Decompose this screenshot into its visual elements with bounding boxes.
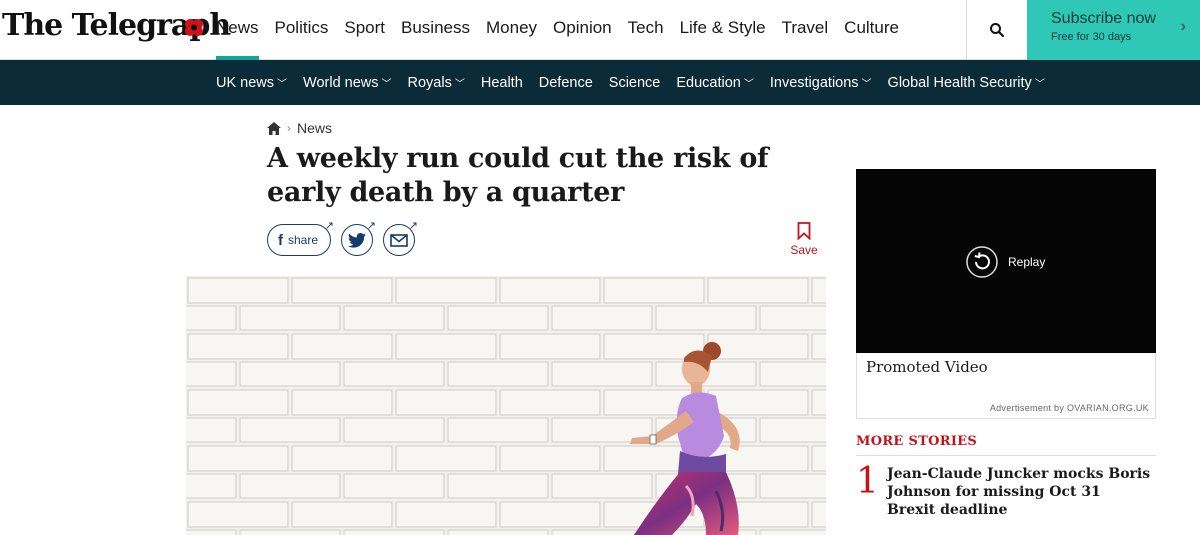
nav-item-business[interactable]: Business: [393, 0, 478, 60]
more-stories-heading: MORE STORIES: [856, 434, 978, 449]
divider: [856, 455, 1156, 456]
chevron-down-icon: ﹀: [1034, 78, 1045, 90]
external-arrow-icon: ↗: [366, 220, 376, 232]
breadcrumb-section-link[interactable]: News: [297, 120, 332, 136]
chevron-down-icon: ﹀: [743, 78, 754, 90]
nav-item-news[interactable]: News: [208, 0, 267, 60]
top-bar: The Telegraph News Politics Sport Busine…: [0, 0, 1200, 60]
nav-item-tech[interactable]: Tech: [620, 0, 672, 60]
main-nav: News Politics Sport Business Money Opini…: [208, 0, 907, 60]
save-label: Save: [790, 243, 818, 257]
email-share-button[interactable]: ↗: [383, 220, 418, 256]
subnav-item-education[interactable]: Education ﹀: [668, 75, 762, 91]
story-number: 1: [856, 461, 879, 502]
home-icon[interactable]: [267, 121, 281, 135]
breadcrumb-separator: ›: [287, 121, 291, 135]
save-button[interactable]: Save: [788, 222, 820, 257]
nav-item-sport[interactable]: Sport: [336, 0, 393, 60]
external-arrow-icon: ↗: [324, 220, 334, 232]
bookmark-icon: [797, 222, 811, 241]
replay-button[interactable]: Replay: [966, 246, 1045, 278]
runner-photo: [186, 276, 826, 535]
twitter-icon: [348, 232, 366, 248]
chevron-down-icon: ﹀: [277, 78, 288, 90]
promoted-video-title: Promoted Video: [866, 358, 988, 376]
nav-item-culture[interactable]: Culture: [836, 0, 907, 60]
replay-icon: [966, 246, 998, 278]
poppy-icon: [185, 19, 203, 36]
search-button[interactable]: [966, 0, 1027, 60]
chevron-right-icon: ›: [1180, 18, 1186, 35]
chevron-down-icon: ﹀: [454, 78, 465, 90]
advertisement-credit[interactable]: Advertisement by OVARIAN.ORG.UK: [990, 403, 1149, 413]
subscribe-button[interactable]: Subscribe now Free for 30 days ›: [1027, 0, 1200, 60]
facebook-icon: f: [278, 231, 283, 249]
share-bar: f share ↗ ↗ ↗: [267, 220, 418, 256]
subscribe-label: Subscribe now: [1051, 10, 1156, 27]
nav-item-politics[interactable]: Politics: [267, 0, 337, 60]
article-headline: A weekly run could cut the risk of early…: [267, 143, 769, 208]
article-hero-image: [186, 276, 826, 535]
external-arrow-icon: ↗: [408, 220, 418, 232]
nav-item-travel[interactable]: Travel: [774, 0, 837, 60]
share-label: share: [288, 233, 319, 247]
subnav-item-world-news[interactable]: World news ﹀: [295, 75, 399, 91]
email-icon: [390, 233, 408, 247]
subnav-item-global-health-security[interactable]: Global Health Security ﹀: [880, 75, 1053, 91]
replay-label: Replay: [1008, 255, 1046, 269]
subnav-item-defence[interactable]: Defence: [531, 75, 601, 91]
search-icon: [990, 23, 1005, 38]
nav-item-money[interactable]: Money: [478, 0, 545, 60]
subnav-item-royals[interactable]: Royals ﹀: [400, 75, 473, 91]
section-nav: UK news ﹀ World news ﹀ Royals ﹀ Health Defe…: [0, 60, 1200, 105]
subnav-item-science[interactable]: Science: [601, 75, 669, 91]
chevron-down-icon: ﹀: [861, 78, 872, 90]
story-link[interactable]: Jean-Claude Juncker mocks Boris Johnson …: [887, 465, 1152, 519]
facebook-share-button[interactable]: f share ↗: [267, 220, 334, 256]
chevron-down-icon: ﹀: [381, 78, 392, 90]
subnav-item-uk-news[interactable]: UK news ﹀: [208, 75, 295, 91]
promoted-video-caption: Promoted Video Advertisement by OVARIAN.…: [856, 353, 1156, 419]
subnav-item-health[interactable]: Health: [473, 75, 531, 91]
subnav-item-investigations[interactable]: Investigations ﹀: [762, 75, 880, 91]
breadcrumb: › News: [267, 120, 332, 136]
subscribe-sublabel: Free for 30 days: [1051, 31, 1132, 43]
twitter-share-button[interactable]: ↗: [341, 220, 376, 256]
nav-item-opinion[interactable]: Opinion: [545, 0, 620, 60]
nav-item-life-style[interactable]: Life & Style: [672, 0, 774, 60]
